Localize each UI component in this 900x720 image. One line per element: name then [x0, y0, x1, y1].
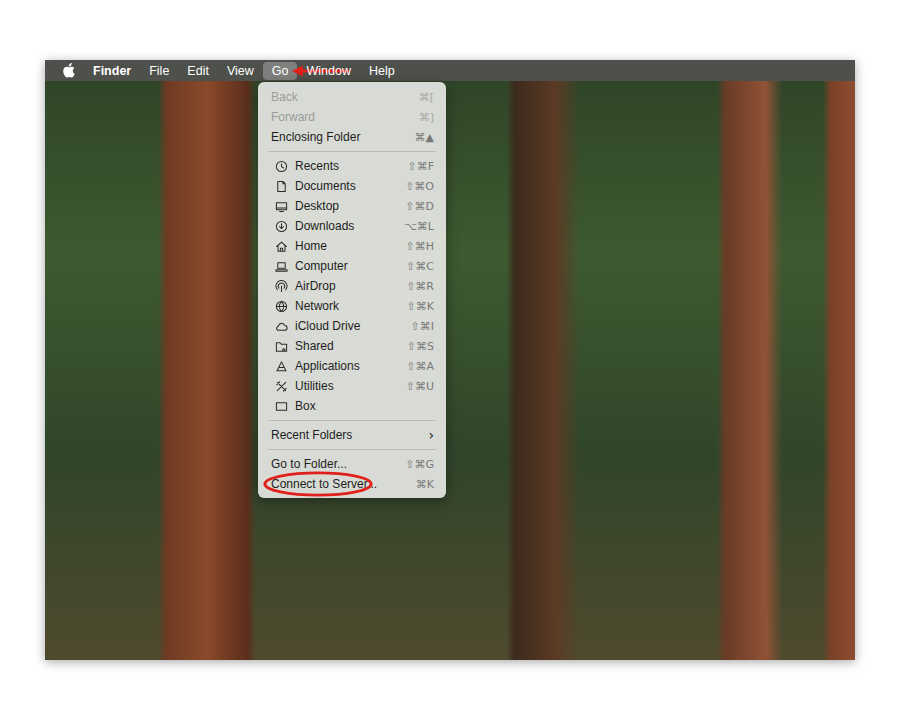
menu-item-shortcut: ⇧⌘K [399, 300, 434, 313]
menu-item[interactable]: Documents ⇧⌘O [258, 176, 446, 196]
page: FinderFileEditViewGoWindowHelp Back ⌘[ Forw… [0, 0, 900, 720]
menu-item-shortcut: ⌘[ [411, 91, 434, 104]
menu-item[interactable]: Computer ⇧⌘C [258, 256, 446, 276]
menu-item-label: Home [295, 239, 327, 253]
go-menu: Back ⌘[ Forward ⌘] Enclosing Folder ⌘▲ Recents… [258, 82, 446, 498]
menu-item-shortcut: ⌥⌘L [396, 220, 434, 233]
menu-item-label: Network [295, 299, 339, 313]
menu-item[interactable]: Connect to Server... ⌘K [258, 474, 446, 494]
red-circle-icon [262, 470, 374, 498]
screenshot-frame: FinderFileEditViewGoWindowHelp Back ⌘[ Forw… [45, 60, 855, 660]
menu-bar-item[interactable]: View [218, 62, 263, 80]
menu-item-shortcut: ⌘K [408, 478, 434, 491]
apple-logo-icon[interactable] [62, 63, 75, 78]
menu-item-shortcut: ⇧⌘F [399, 160, 434, 173]
menu-item[interactable]: Downloads ⌥⌘L [258, 216, 446, 236]
menu-item[interactable]: Back ⌘[ [258, 87, 446, 107]
place-icon [275, 200, 288, 213]
place-icon [275, 320, 288, 333]
menu-item-shortcut: ⇧⌘D [397, 200, 434, 213]
menu-item-shortcut: ⇧⌘G [397, 458, 434, 471]
menu-item-shortcut: ⇧⌘O [397, 180, 434, 193]
menu-item-label: Box [295, 399, 316, 413]
menu-item-label: Recent Folders [271, 428, 352, 442]
menu-bar-item[interactable]: Go [263, 62, 298, 80]
menu-bar-item[interactable]: File [140, 62, 178, 80]
place-icon [275, 340, 288, 353]
menu-item-shortcut: ⇧⌘H [398, 240, 435, 253]
menu-item-shortcut: ⇧⌘C [398, 260, 434, 273]
menu-item-shortcut: › [420, 427, 434, 443]
menu-bar: FinderFileEditViewGoWindowHelp [45, 60, 855, 81]
menu-separator [268, 420, 436, 421]
menu-item-label: iCloud Drive [295, 319, 360, 333]
place-icon [275, 220, 288, 233]
menu-item[interactable]: Enclosing Folder ⌘▲ [258, 127, 446, 147]
place-icon [275, 280, 288, 293]
place-icon [275, 240, 288, 253]
menu-item-shortcut: ⇧⌘S [399, 340, 434, 353]
menu-item[interactable]: iCloud Drive ⇧⌘I [258, 316, 446, 336]
menu-item-label: Connect to Server... [271, 477, 377, 491]
place-icon [275, 260, 288, 273]
menu-item-label: Computer [295, 259, 348, 273]
menu-item[interactable]: AirDrop ⇧⌘R [258, 276, 446, 296]
menu-item-label: Shared [295, 339, 334, 353]
menu-item[interactable]: Forward ⌘] [258, 107, 446, 127]
place-icon [275, 180, 288, 193]
menu-item[interactable]: Recent Folders › [258, 425, 446, 445]
menu-item[interactable]: Recents ⇧⌘F [258, 156, 446, 176]
menu-item-label: AirDrop [295, 279, 336, 293]
menu-item[interactable]: Go to Folder... ⇧⌘G [258, 454, 446, 474]
place-icon [275, 300, 288, 313]
menu-item[interactable]: Home ⇧⌘H [258, 236, 446, 256]
menu-item-shortcut: ⌘▲ [407, 131, 434, 144]
menu-bar-item[interactable]: Help [360, 62, 404, 80]
menu-item-label: Downloads [295, 219, 354, 233]
desktop-wallpaper [45, 81, 855, 660]
menu-item-label: Utilities [295, 379, 334, 393]
menu-item-shortcut: ⇧⌘U [398, 380, 434, 393]
menu-item-label: Enclosing Folder [271, 130, 360, 144]
menu-item-label: Documents [295, 179, 356, 193]
menu-bar-item[interactable]: Edit [178, 62, 218, 80]
menu-item-label: Recents [295, 159, 339, 173]
menu-item[interactable]: Box [258, 396, 446, 416]
menu-item[interactable]: Utilities ⇧⌘U [258, 376, 446, 396]
place-icon [275, 360, 288, 373]
menu-item[interactable]: Network ⇧⌘K [258, 296, 446, 316]
place-icon [275, 400, 288, 413]
menu-item-shortcut: ⌘] [411, 111, 434, 124]
menu-item-label: Forward [271, 110, 315, 124]
menu-item[interactable]: Applications ⇧⌘A [258, 356, 446, 376]
menu-item-shortcut: ⇧⌘A [398, 360, 434, 373]
menu-bar-item[interactable]: Finder [84, 62, 140, 80]
menu-item-shortcut: ⇧⌘I [403, 320, 434, 333]
place-icon [275, 380, 288, 393]
menu-item-label: Back [271, 90, 298, 104]
place-icon [275, 160, 288, 173]
menu-item-label: Desktop [295, 199, 339, 213]
menu-separator [268, 449, 436, 450]
menu-item[interactable]: Desktop ⇧⌘D [258, 196, 446, 216]
menu-separator [268, 151, 436, 152]
menu-item-label: Applications [295, 359, 360, 373]
menu-item-label: Go to Folder... [271, 457, 347, 471]
menu-bar-item[interactable]: Window [297, 62, 359, 80]
menu-item-shortcut: ⇧⌘R [398, 280, 434, 293]
menu-item[interactable]: Shared ⇧⌘S [258, 336, 446, 356]
